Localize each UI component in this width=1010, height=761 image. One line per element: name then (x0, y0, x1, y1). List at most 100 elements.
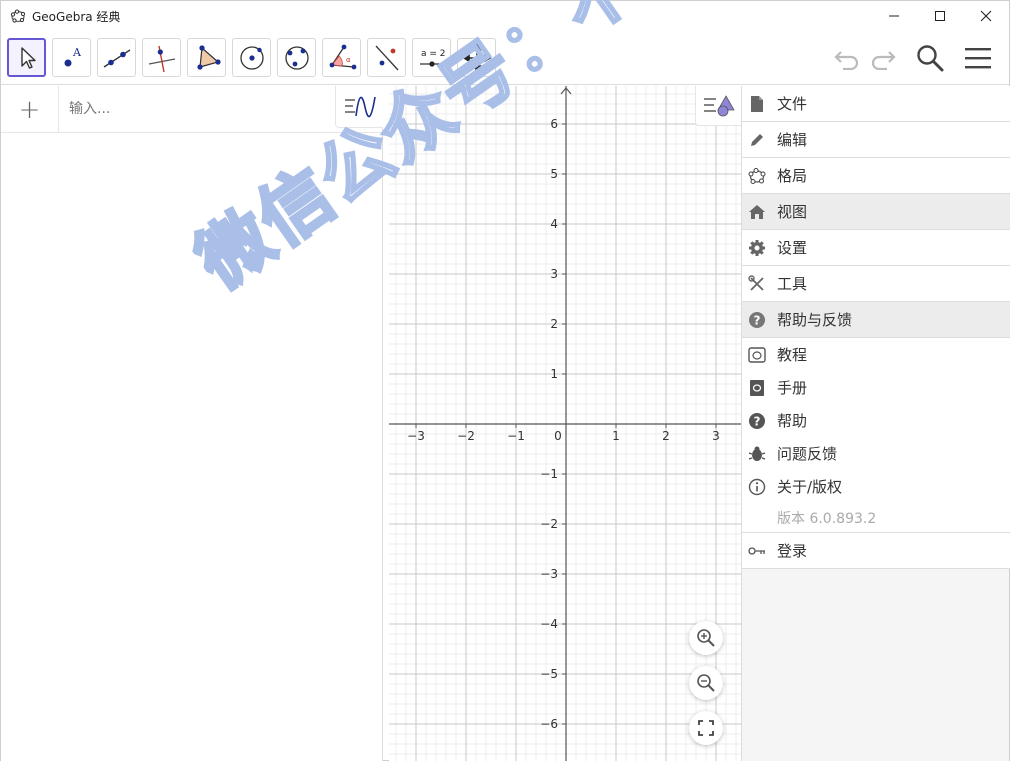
menu-item-label: 编辑 (777, 131, 808, 149)
menu-item-label: 帮助与反馈 (777, 311, 853, 329)
menu-item-label: 视图 (777, 203, 808, 221)
menu-item-tutorials[interactable]: 教程 (742, 338, 1010, 371)
x-tick-label: 1 (612, 429, 620, 443)
coordinate-grid: −3 −2 −1 0 1 2 3 6 5 4 3 2 1 −1 −2 −3 −4 −5 −6 (389, 86, 741, 761)
search-icon (917, 45, 944, 72)
algebra-view: + (1, 86, 383, 761)
algebra-menu-icon (344, 96, 376, 117)
slider-tool[interactable]: a = 2 (412, 38, 451, 77)
zoom-in-button[interactable] (689, 621, 723, 655)
y-tick-label: 1 (550, 367, 558, 381)
zoom-out-icon (697, 674, 715, 692)
y-tick-label: −4 (540, 617, 558, 631)
x-tick-label: −1 (507, 429, 525, 443)
redo-icon (871, 51, 896, 70)
title-bar: GeoGebra 经典 (1, 1, 1009, 31)
undo-button[interactable] (831, 42, 863, 74)
y-tick-label: 2 (550, 317, 558, 331)
toolbar: A α a = 2 (1, 31, 1009, 85)
circle-center-point-tool[interactable] (232, 38, 271, 77)
angle-tool[interactable]: α (322, 38, 361, 77)
minimize-icon (889, 15, 899, 17)
tutorial-icon (748, 346, 766, 364)
redo-button[interactable] (867, 42, 899, 74)
menu-item-report-problem[interactable]: 问题反馈 (742, 437, 1010, 470)
window-controls (871, 1, 1009, 31)
version-label: 版本 6.0.893.2 (742, 503, 1010, 533)
menu-item-edit[interactable]: 编辑 (742, 122, 1010, 158)
svg-text:α: α (346, 56, 351, 64)
ellipse-icon (284, 45, 309, 70)
fullscreen-button[interactable] (689, 711, 723, 745)
x-tick-label: −3 (407, 429, 425, 443)
fullscreen-icon (698, 720, 714, 736)
add-item-button[interactable]: + (1, 86, 59, 133)
info-icon (748, 478, 766, 496)
point-icon: A (64, 46, 82, 66)
perpendicular-line-icon (148, 45, 175, 72)
bug-icon (748, 445, 766, 463)
main-menu: 文件 编辑 格局 视图 设置 工具 ? 帮助与反馈 教程 手册 ? 帮助 问题反… (741, 86, 1010, 761)
menu-item-perspectives[interactable]: 格局 (742, 158, 1010, 194)
menu-item-manual[interactable]: 手册 (742, 371, 1010, 404)
pencil-icon (748, 131, 766, 149)
reflect-line-icon (375, 45, 398, 70)
window-title: GeoGebra 经典 (32, 9, 121, 24)
y-tick-label: −1 (540, 467, 558, 481)
menu-item-label: 帮助 (777, 412, 808, 430)
perpendicular-line-tool[interactable] (142, 38, 181, 77)
y-tick-label: −3 (540, 567, 558, 581)
menu-item-tools[interactable]: 工具 (742, 266, 1010, 302)
menu-item-label: 设置 (777, 239, 808, 257)
file-icon (748, 95, 766, 113)
graphics-style-button[interactable] (695, 86, 741, 126)
menu-item-label: 工具 (777, 275, 808, 293)
menu-item-label: 格局 (777, 167, 808, 185)
close-button[interactable] (963, 1, 1009, 31)
menu-item-label: 教程 (777, 346, 808, 364)
menu-item-about[interactable]: 关于/版权 (742, 470, 1010, 503)
search-button[interactable] (914, 42, 946, 74)
point-tool[interactable]: A (52, 38, 91, 77)
circle-icon (239, 45, 264, 70)
arrow-cursor-icon (20, 46, 36, 69)
slider-icon: a = 2 (419, 49, 446, 67)
menu-item-help-feedback[interactable]: ? 帮助与反馈 (742, 302, 1010, 338)
close-icon (980, 10, 992, 22)
y-tick-label: −6 (540, 717, 558, 731)
move-tool[interactable] (7, 38, 46, 77)
svg-text:a = 2: a = 2 (421, 49, 446, 59)
algebra-input-row: + (1, 86, 383, 133)
maximize-button[interactable] (917, 1, 963, 31)
undo-icon (834, 51, 859, 70)
line-tool[interactable] (97, 38, 136, 77)
algebra-input[interactable] (69, 98, 319, 120)
menu-item-view[interactable]: 视图 (742, 194, 1010, 230)
polygon-tool[interactable] (187, 38, 226, 77)
menu-item-sign-in[interactable]: 登录 (742, 533, 1010, 569)
menu-item-file[interactable]: 文件 (742, 86, 1010, 122)
move-graphics-view-tool[interactable] (457, 38, 496, 77)
menu-item-settings[interactable]: 设置 (742, 230, 1010, 266)
manual-icon (748, 379, 766, 397)
y-tick-label: −5 (540, 667, 558, 681)
algebra-style-button[interactable] (335, 86, 383, 128)
key-icon (748, 542, 766, 560)
y-tick-label: 5 (550, 167, 558, 181)
menu-item-label: 登录 (777, 542, 808, 560)
reflect-tool[interactable] (367, 38, 406, 77)
zoom-out-button[interactable] (689, 666, 723, 700)
line-icon (103, 48, 130, 68)
tools-icon (748, 274, 766, 293)
graphics-menu-icon (703, 94, 735, 116)
main-menu-button[interactable] (962, 42, 994, 74)
graphics-view[interactable]: −3 −2 −1 0 1 2 3 6 5 4 3 2 1 −1 −2 −3 −4 −5 −6 (389, 86, 741, 761)
menu-item-help[interactable]: ? 帮助 (742, 404, 1010, 437)
menu-item-label: 文件 (777, 95, 808, 113)
maximize-icon (935, 11, 945, 21)
ellipse-tool[interactable] (277, 38, 316, 77)
zoom-in-icon (697, 629, 715, 647)
home-icon (748, 203, 766, 221)
svg-text:A: A (72, 46, 82, 59)
minimize-button[interactable] (871, 1, 917, 31)
